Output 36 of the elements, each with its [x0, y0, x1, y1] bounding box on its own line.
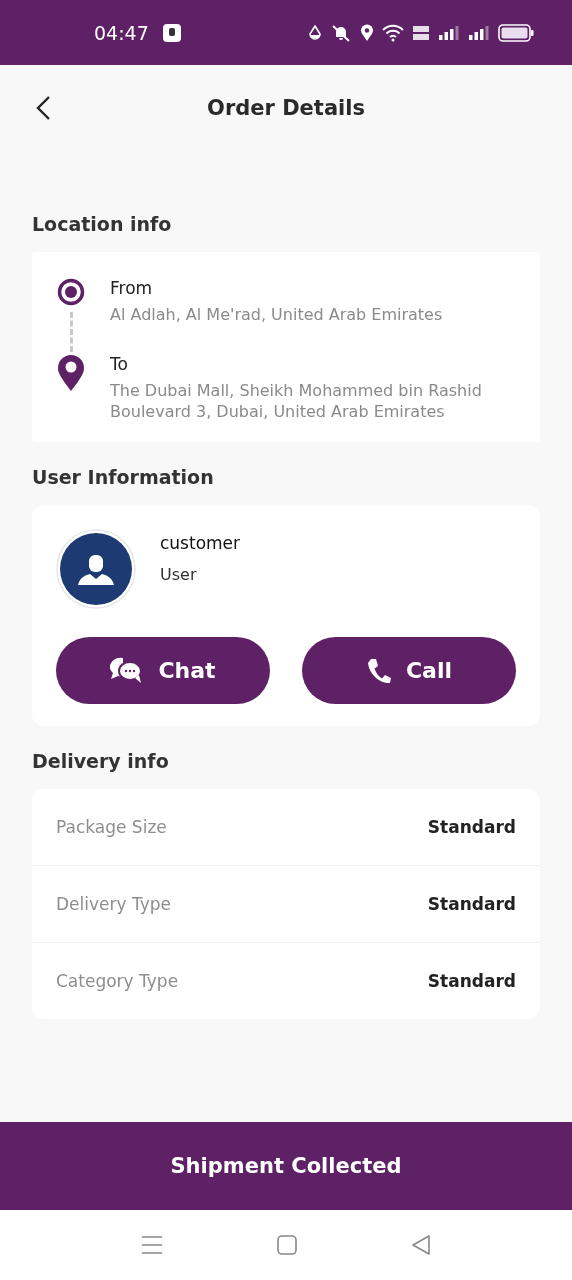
- signal-icon: [468, 24, 490, 41]
- user-name: customer: [160, 533, 241, 553]
- field-value: Standard: [427, 817, 516, 837]
- avatar-icon: [56, 529, 136, 609]
- section-heading: Location info: [32, 212, 173, 237]
- phone-icon: [365, 656, 392, 685]
- location-icon: [360, 23, 374, 42]
- wifi-icon: [382, 23, 404, 42]
- back-icon[interactable]: [411, 1235, 431, 1255]
- call-button[interactable]: Call: [302, 637, 516, 704]
- menu-icon[interactable]: [141, 1235, 163, 1255]
- stop-address: The Dubai Mall, Sheikh Mohammed bin Rashid Boulevard 3, Dubai, United Arab Emirates: [110, 380, 483, 422]
- field-label: Package Size: [56, 817, 167, 837]
- drop-icon: [308, 24, 322, 41]
- shipment-collected-button[interactable]: Shipment Collected: [0, 1122, 572, 1210]
- route-line: [69, 312, 73, 352]
- clock: 04:47: [94, 21, 149, 44]
- location-pin-icon: [57, 354, 85, 392]
- origin-icon: [57, 278, 85, 306]
- section-heading: User Information: [32, 465, 215, 490]
- field-label: Category Type: [56, 971, 179, 991]
- app-notification-icon: [162, 23, 181, 42]
- field-value: Standard: [427, 971, 516, 991]
- field-value: Standard: [427, 894, 516, 914]
- page-title: Order Details: [207, 96, 365, 120]
- chat-button[interactable]: Chat: [56, 637, 270, 704]
- field-label: Delivery Type: [56, 894, 171, 914]
- mute-icon: [330, 23, 352, 42]
- signal-icon: [438, 24, 460, 41]
- home-icon[interactable]: [277, 1235, 297, 1255]
- stop-address: Al Adlah, Al Me'rad, United Arab Emirates: [110, 304, 444, 325]
- stop-label: From: [110, 278, 154, 298]
- battery-icon: [498, 23, 534, 42]
- section-heading: Delivery info: [32, 749, 170, 774]
- user-role: User: [160, 565, 198, 584]
- stop-label: To: [110, 354, 129, 374]
